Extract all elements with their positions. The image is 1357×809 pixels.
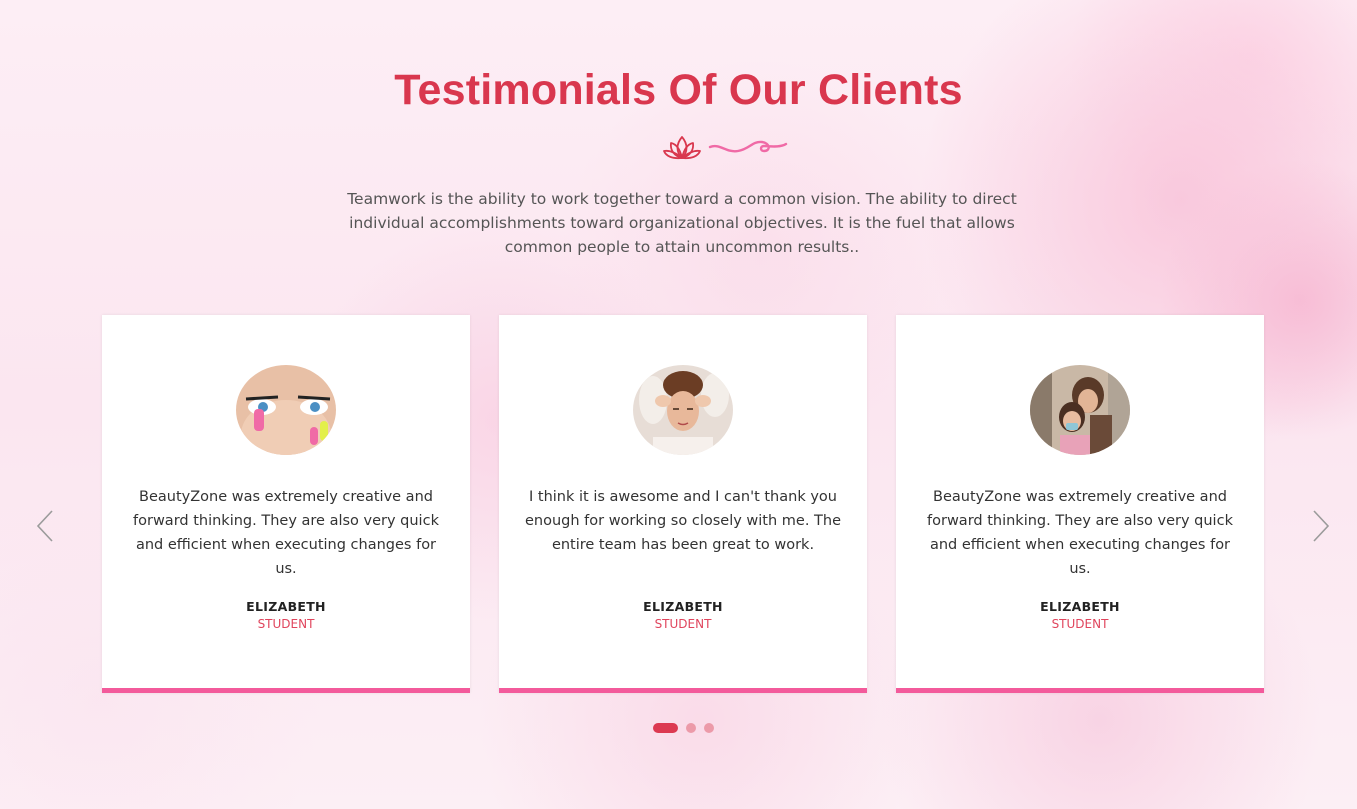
client-name: ELIZABETH [246,599,326,614]
lotus-divider [660,132,790,164]
chevron-right-icon [1313,510,1330,542]
client-avatar [633,365,733,455]
pagination-dot[interactable] [686,723,696,733]
pagination-dot-active[interactable] [653,723,678,733]
client-role: STUDENT [654,617,712,631]
client-role: STUDENT [1051,617,1109,631]
testimonial-card: BeautyZone was extremely creative and fo… [102,315,470,693]
testimonial-quote: BeautyZone was extremely creative and fo… [133,489,439,577]
client-avatar [236,365,336,455]
testimonial-carousel: BeautyZone was extremely creative and fo… [102,315,1264,695]
prev-slide-button[interactable] [33,508,57,544]
pagination-dot[interactable] [704,723,714,733]
client-name: ELIZABETH [1040,599,1120,614]
testimonial-card: I think it is awesome and I can't thank … [499,315,867,693]
client-name: ELIZABETH [643,599,723,614]
testimonial-quote: I think it is awesome and I can't thank … [524,489,842,553]
testimonial-quote: BeautyZone was extremely creative and fo… [927,489,1233,577]
next-slide-button[interactable] [1309,508,1333,544]
testimonial-card: BeautyZone was extremely creative and fo… [896,315,1264,693]
client-avatar [1030,365,1130,455]
lotus-icon [663,136,788,160]
client-role: STUDENT [257,617,315,631]
chevron-left-icon [36,510,53,542]
section-intro: Teamwork is the ability to work together… [347,190,1017,256]
section-title: Testimonials Of Our Clients [394,66,963,114]
